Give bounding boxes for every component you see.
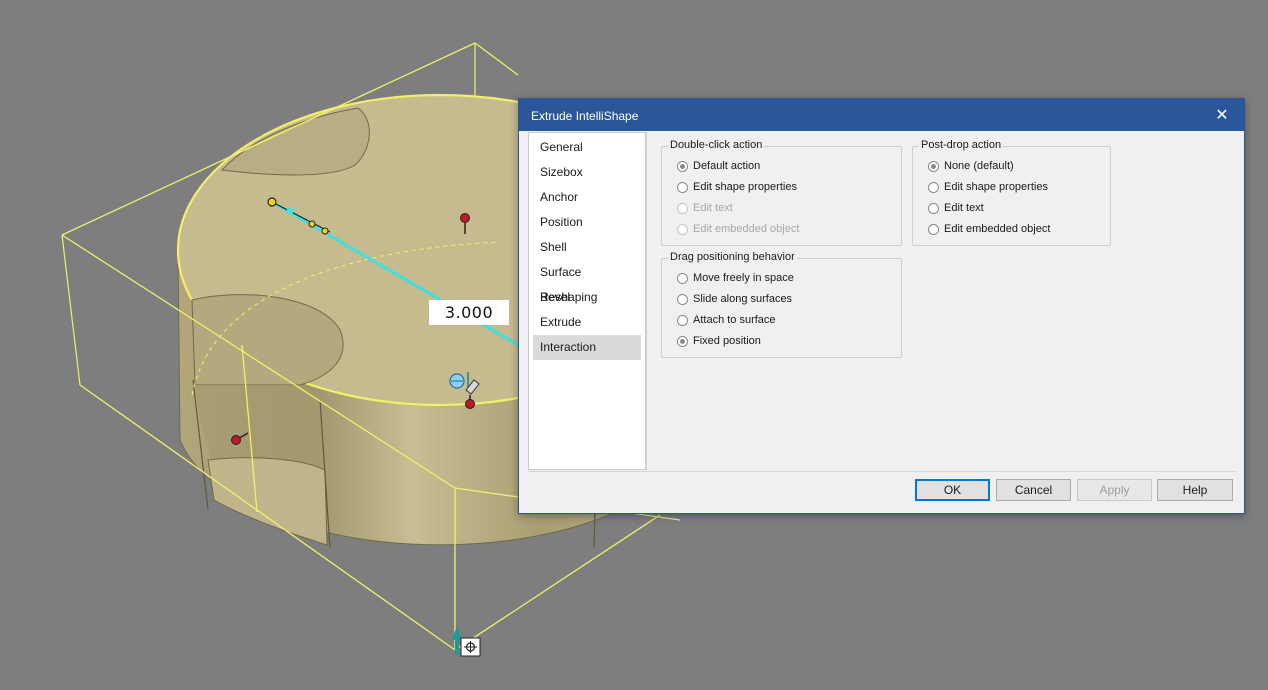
radio-label: Default action	[693, 160, 761, 172]
radio-label: Edit shape properties	[944, 181, 1048, 193]
property-nav-list: General Sizebox Anchor Position Shell Su…	[528, 132, 646, 470]
radio-indicator[interactable]	[677, 314, 688, 326]
radio-none-default[interactable]: None (default)	[928, 158, 1014, 174]
radio-label: Edit shape properties	[693, 181, 797, 193]
nav-item-interaction[interactable]: Interaction	[533, 335, 641, 360]
button-separator	[528, 471, 1235, 472]
group-legend: Double-click action	[668, 139, 765, 151]
drag-positioning-group: Drag positioning behavior Move freely in…	[661, 251, 902, 358]
radio-indicator	[677, 223, 688, 235]
radio-indicator[interactable]	[677, 293, 688, 305]
help-button[interactable]: Help	[1157, 479, 1233, 501]
group-legend: Drag positioning behavior	[668, 251, 797, 263]
radio-label: Edit text	[693, 202, 733, 214]
radio-label: Edit embedded object	[944, 223, 1051, 235]
cancel-button[interactable]: Cancel	[996, 479, 1071, 501]
radio-fixed-position[interactable]: Fixed position	[677, 333, 761, 349]
radio-indicator[interactable]	[677, 181, 688, 193]
radio-post-edit-shape-properties[interactable]: Edit shape properties	[928, 179, 1048, 195]
extrude-intellishape-dialog: Extrude IntelliShape ✕ General Sizebox A…	[518, 98, 1245, 514]
radio-label: Edit embedded object	[693, 223, 800, 235]
nav-item-sizebox[interactable]: Sizebox	[533, 160, 641, 185]
radio-indicator[interactable]	[677, 335, 688, 347]
dimension-handle[interactable]	[286, 207, 294, 215]
radio-indicator[interactable]	[928, 181, 939, 193]
radio-indicator	[677, 202, 688, 214]
radio-post-edit-embedded-object[interactable]: Edit embedded object	[928, 221, 1050, 237]
anchor-handle-red[interactable]	[231, 435, 241, 445]
size-handle-yellow-small[interactable]	[321, 227, 329, 235]
radio-default-action[interactable]: Default action	[677, 158, 760, 174]
radio-post-edit-text[interactable]: Edit text	[928, 200, 984, 216]
radio-indicator[interactable]	[677, 160, 688, 172]
radio-label: None (default)	[944, 160, 1014, 172]
nav-item-position[interactable]: Position	[533, 210, 641, 235]
size-handle-yellow-small[interactable]	[308, 220, 316, 228]
nav-item-anchor[interactable]: Anchor	[533, 185, 641, 210]
panel-divider	[646, 132, 647, 470]
radio-label: Move freely in space	[693, 272, 794, 284]
radio-label: Fixed position	[693, 335, 761, 347]
anchor-icon[interactable]	[460, 637, 481, 657]
radio-attach-to-surface[interactable]: Attach to surface	[677, 312, 776, 328]
ok-button[interactable]: OK	[915, 479, 990, 501]
radio-slide-along-surfaces[interactable]: Slide along surfaces	[677, 291, 792, 307]
group-legend: Post-drop action	[919, 139, 1004, 151]
nav-item-surface-reshaping[interactable]: Surface Reshaping	[533, 260, 641, 304]
radio-indicator[interactable]	[677, 272, 688, 284]
dialog-title: Extrude IntelliShape	[531, 109, 639, 123]
close-icon: ✕	[1215, 107, 1229, 124]
size-handle-yellow[interactable]	[267, 197, 277, 207]
radio-edit-embedded-object: Edit embedded object	[677, 221, 799, 237]
apply-button: Apply	[1077, 479, 1152, 501]
dimension-value[interactable]: 3.000	[429, 300, 509, 325]
nav-item-shell[interactable]: Shell	[533, 235, 641, 260]
radio-indicator[interactable]	[928, 223, 939, 235]
radio-move-freely[interactable]: Move freely in space	[677, 270, 794, 286]
radio-edit-shape-properties[interactable]: Edit shape properties	[677, 179, 797, 195]
radio-indicator[interactable]	[928, 160, 939, 172]
anchor-handle-red[interactable]	[465, 399, 475, 409]
radio-edit-text: Edit text	[677, 200, 733, 216]
radio-indicator[interactable]	[928, 202, 939, 214]
nav-item-general[interactable]: General	[533, 135, 641, 160]
radio-label: Attach to surface	[693, 314, 776, 326]
radio-label: Edit text	[944, 202, 984, 214]
rotation-handle-icon[interactable]	[449, 373, 465, 389]
anchor-handle-red[interactable]	[460, 213, 470, 223]
post-drop-action-group: Post-drop action None (default) Edit sha…	[912, 139, 1111, 246]
double-click-action-group: Double-click action Default action Edit …	[661, 139, 902, 246]
dialog-titlebar[interactable]: Extrude IntelliShape ✕	[519, 99, 1244, 131]
nav-item-extrude[interactable]: Extrude	[533, 310, 641, 335]
close-button[interactable]: ✕	[1200, 99, 1244, 131]
radio-label: Slide along surfaces	[693, 293, 793, 305]
